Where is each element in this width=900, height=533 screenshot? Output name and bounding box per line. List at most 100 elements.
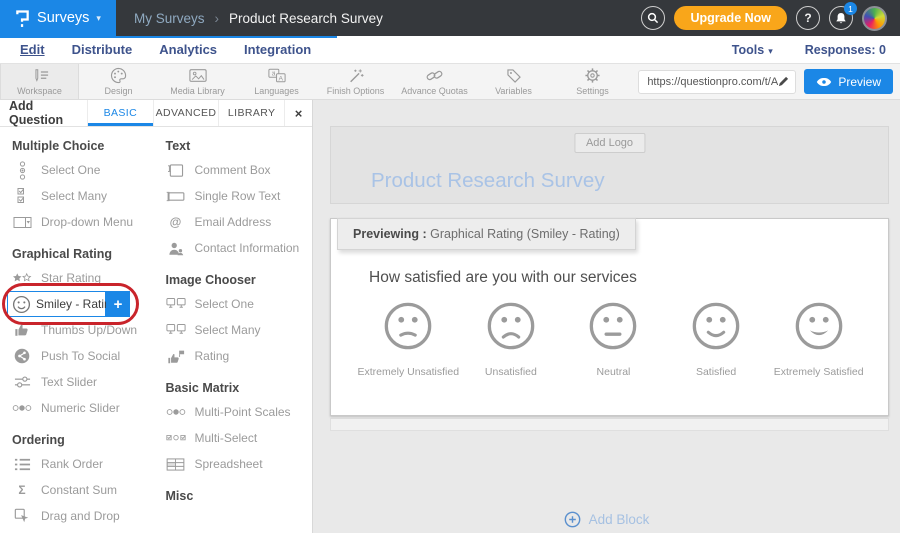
- edit-pencil-icon[interactable]: [778, 76, 789, 87]
- item-label: Multi-Point Scales: [195, 405, 291, 419]
- tab-edit[interactable]: Edit: [20, 42, 45, 57]
- section-multiple-choice: Multiple ChoiceSelect OneSelect ManyDrop…: [12, 139, 157, 235]
- topbar: Surveys ▾ My Surveys › Product Research …: [0, 0, 900, 36]
- item-label: Spreadsheet: [195, 457, 263, 471]
- item-label: Thumbs Up/Down: [41, 323, 137, 337]
- sidebar-tabs: BASICADVANCEDLIBRARY: [88, 100, 285, 126]
- section-misc: Misc: [166, 489, 313, 503]
- smiley-option-unsatisfied[interactable]: Unsatisfied: [460, 300, 563, 378]
- preview-button[interactable]: Preview: [804, 69, 893, 94]
- checkbox-list-icon: [12, 187, 32, 206]
- item-label: Select Many: [41, 189, 107, 203]
- survey-title[interactable]: Product Research Survey: [371, 169, 605, 193]
- comment-box-icon: [166, 163, 186, 178]
- navbar-right: Tools▾ Responses: 0: [732, 43, 886, 57]
- toolbar-workspace[interactable]: Workspace: [0, 64, 79, 99]
- chevron-down-icon: ▾: [96, 13, 101, 24]
- sidebar-item-select-many[interactable]: Select Many: [166, 317, 313, 343]
- tab-integration[interactable]: Integration: [244, 42, 311, 57]
- smiley-face-icon: [587, 300, 639, 352]
- slider-icon: [12, 375, 32, 389]
- sidebar-item-spreadsheet[interactable]: Spreadsheet: [166, 451, 313, 477]
- toolbar-design[interactable]: Design: [79, 64, 158, 99]
- smiley-option-extremely-satisfied[interactable]: Extremely Satisfied: [767, 300, 870, 378]
- smiley-option-neutral[interactable]: Neutral: [562, 300, 665, 378]
- svg-text:ä: ä: [271, 71, 275, 78]
- upgrade-now-button[interactable]: Upgrade Now: [674, 6, 787, 30]
- image-select-icon: [166, 297, 186, 311]
- smiley-option-extremely-unsatisfied[interactable]: Extremely Unsatisfied: [357, 300, 460, 378]
- sidebar-item-drop-down-menu[interactable]: Drop-down Menu: [12, 209, 157, 235]
- tab-analytics[interactable]: Analytics: [159, 42, 217, 57]
- sidebar-item-single-row-text[interactable]: Single Row Text: [166, 183, 313, 209]
- sidebar-item-text-slider[interactable]: Text Slider: [12, 369, 157, 395]
- sidebar-item-star-rating[interactable]: Star Rating: [12, 265, 157, 291]
- numeric-slider-icon: [12, 403, 32, 413]
- survey-navbar: Edit Distribute Analytics Integration Tools…: [0, 36, 900, 64]
- smiley-option-satisfied[interactable]: Satisfied: [665, 300, 768, 378]
- sidebar-item-email-address[interactable]: @Email Address: [166, 209, 313, 235]
- sidebar-item-select-one[interactable]: Select One: [12, 157, 157, 183]
- add-block-button[interactable]: Add Block: [313, 511, 900, 528]
- toolbar-item-label: Languages: [254, 86, 299, 96]
- add-question-plus-button[interactable]: +: [106, 291, 130, 317]
- sidebar-item-smiley-rating-selected[interactable]: Smiley - Rating+: [7, 290, 157, 318]
- sidebar-item-select-one[interactable]: Select One: [166, 291, 313, 317]
- toolbar-variables[interactable]: Variables: [474, 64, 553, 99]
- sidebar-item-select-many[interactable]: Select Many: [12, 183, 157, 209]
- smiley-option-label: Unsatisfied: [485, 366, 537, 378]
- product-switcher[interactable]: Surveys ▾: [0, 0, 116, 36]
- single-row-icon: [166, 190, 186, 203]
- palette-icon: [110, 67, 127, 84]
- tab-advanced[interactable]: ADVANCED: [154, 100, 220, 126]
- breadcrumb-my-surveys[interactable]: My Surveys: [134, 11, 205, 26]
- toolbar-finish-options[interactable]: Finish Options: [316, 64, 395, 99]
- sidebar-item-multi-select[interactable]: Multi-Select: [166, 425, 313, 451]
- tab-distribute[interactable]: Distribute: [72, 42, 133, 57]
- sidebar-item-comment-box[interactable]: Comment Box: [166, 157, 313, 183]
- chain-icon: [426, 67, 443, 84]
- toolbar-item-label: Design: [104, 86, 132, 96]
- questionpro-logo-icon: [15, 9, 30, 28]
- at-icon: @: [166, 215, 186, 229]
- sidebar-item-rating[interactable]: Rating: [166, 343, 313, 369]
- sidebar-item-drag-and-drop[interactable]: Drag and Drop: [12, 503, 157, 529]
- toolbar-advance-quotas[interactable]: Advance Quotas: [395, 64, 474, 99]
- sidebar-item-contact-information[interactable]: Contact Information: [166, 235, 313, 261]
- tab-library[interactable]: LIBRARY: [219, 100, 285, 126]
- sidebar-item-push-to-social[interactable]: Push To Social: [12, 343, 157, 369]
- tab-basic[interactable]: BASIC: [88, 100, 154, 126]
- item-label: Select One: [195, 297, 254, 311]
- breadcrumb-current-survey: Product Research Survey: [229, 11, 383, 26]
- notifications-button[interactable]: 1: [829, 6, 853, 30]
- sidebar-item-numeric-slider[interactable]: Numeric Slider: [12, 395, 157, 421]
- item-label: Text Slider: [41, 375, 97, 389]
- help-button[interactable]: ?: [796, 6, 820, 30]
- search-button[interactable]: [641, 6, 665, 30]
- toolbar-settings[interactable]: Settings: [553, 64, 632, 99]
- survey-url-field[interactable]: https://questionpro.com/t/A: [638, 70, 796, 94]
- sidebar-item-multi-point-scales[interactable]: Multi-Point Scales: [166, 399, 313, 425]
- sidebar-header: Add Question BASICADVANCEDLIBRARY ×: [0, 100, 312, 127]
- workspace-icon: [31, 67, 49, 84]
- avatar[interactable]: [862, 6, 887, 31]
- toolbar-media-library[interactable]: Media Library: [158, 64, 237, 99]
- tools-menu[interactable]: Tools▾: [732, 43, 773, 57]
- item-label: Rating: [195, 349, 230, 363]
- close-icon[interactable]: ×: [285, 100, 312, 126]
- thumbs-icon: [12, 322, 32, 338]
- share-icon: [12, 348, 32, 364]
- item-label: Contact Information: [195, 241, 300, 255]
- responses-count[interactable]: Responses: 0: [805, 43, 886, 57]
- workspace-toolbar: Workspace Design Media LibraryäALanguagesF…: [0, 64, 900, 100]
- sidebar-item-thumbs-up-down[interactable]: Thumbs Up/Down: [12, 317, 157, 343]
- toolbar-item-label: Advance Quotas: [401, 86, 468, 96]
- toolbar-languages[interactable]: äALanguages: [237, 64, 316, 99]
- bell-icon: [835, 12, 847, 25]
- sidebar-item-constant-sum[interactable]: ΣConstant Sum: [12, 477, 157, 503]
- navbar-tabs: Edit Distribute Analytics Integration: [20, 42, 311, 57]
- item-label: Drop-down Menu: [41, 215, 133, 229]
- add-logo-button[interactable]: Add Logo: [574, 133, 645, 153]
- sidebar-item-rank-order[interactable]: Rank Order: [12, 451, 157, 477]
- sigma-icon: Σ: [12, 483, 32, 497]
